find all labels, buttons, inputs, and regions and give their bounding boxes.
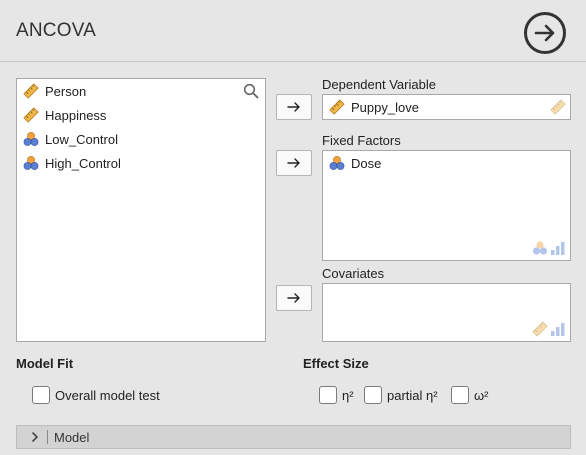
search-icon[interactable] (243, 83, 259, 99)
list-item[interactable]: Puppy_love (329, 99, 419, 115)
arrow-right-icon (287, 293, 300, 303)
partial-eta-squared-label: partial η² (387, 387, 438, 403)
fixed-factors-label: Fixed Factors (322, 133, 401, 148)
chevron-right-icon (32, 432, 38, 442)
covariates-box[interactable] (322, 283, 571, 342)
nominal-circles-icon (23, 132, 39, 146)
variable-name: Low_Control (45, 131, 118, 147)
ruler-hint-icon (532, 321, 548, 337)
ruler-icon (329, 99, 345, 115)
dependent-variable-label: Dependent Variable (322, 77, 436, 92)
variable-name: Happiness (45, 107, 107, 123)
overall-model-test-label: Overall model test (55, 387, 160, 403)
nominal-circles-icon (329, 156, 345, 170)
omega-squared-option[interactable]: ω² (451, 386, 488, 404)
overall-model-test-checkbox[interactable] (32, 386, 50, 404)
nominal-hint-icon (532, 241, 548, 255)
list-item[interactable]: Person (23, 81, 86, 101)
list-item[interactable]: High_Control (23, 153, 121, 173)
move-to-covariates-button[interactable] (276, 285, 312, 311)
omega-squared-checkbox[interactable] (451, 386, 469, 404)
list-item[interactable]: Happiness (23, 105, 106, 125)
dependent-variable-box[interactable]: Puppy_love (322, 94, 571, 120)
page-title: ANCOVA (16, 20, 97, 41)
fixed-factors-box[interactable]: Dose (322, 150, 571, 261)
ordinal-bars-hint-icon (551, 242, 565, 255)
ruler-icon (23, 83, 39, 99)
variable-name: High_Control (45, 155, 121, 171)
arrow-right-icon (287, 102, 300, 112)
variable-list[interactable]: Person Happiness Low_Control High_Contro… (16, 78, 266, 342)
partial-eta-squared-option[interactable]: partial η² (364, 386, 438, 404)
divider (47, 430, 48, 444)
nominal-circles-icon (23, 156, 39, 170)
eta-squared-checkbox[interactable] (319, 386, 337, 404)
ordinal-bars-hint-icon (551, 323, 565, 336)
fixed-factor-value: Dose (351, 155, 382, 171)
header: ANCOVA (0, 0, 586, 62)
model-fit-title: Model Fit (16, 356, 74, 371)
move-to-fixed-factors-button[interactable] (276, 150, 312, 176)
list-item[interactable]: Low_Control (23, 129, 118, 149)
move-to-dependent-button[interactable] (276, 94, 312, 120)
eta-squared-option[interactable]: η² (319, 386, 354, 404)
list-item[interactable]: Dose (329, 155, 381, 171)
omega-squared-label: ω² (474, 387, 489, 403)
model-section-header[interactable]: Model (16, 425, 571, 449)
ruler-hint-icon (550, 99, 566, 115)
model-section-label: Model (54, 429, 90, 445)
arrow-right-icon (534, 24, 555, 42)
covariates-label: Covariates (322, 266, 385, 281)
effect-size-title: Effect Size (303, 356, 369, 371)
ruler-icon (23, 107, 39, 123)
partial-eta-squared-checkbox[interactable] (364, 386, 382, 404)
overall-model-test-option[interactable]: Overall model test (32, 386, 160, 404)
run-button[interactable] (524, 12, 566, 54)
eta-squared-label: η² (342, 387, 354, 403)
dependent-variable-value: Puppy_love (351, 99, 419, 115)
variable-name: Person (45, 83, 87, 99)
arrow-right-icon (287, 158, 300, 168)
